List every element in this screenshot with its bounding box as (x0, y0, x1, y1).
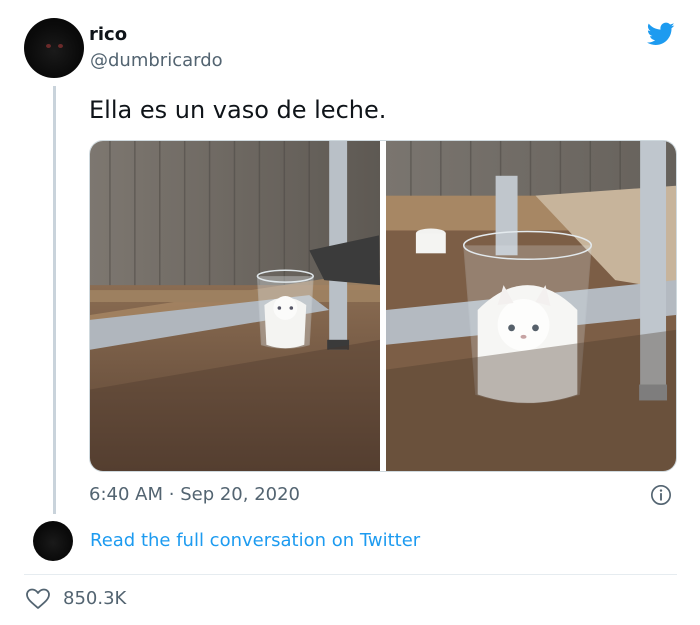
tweet-media[interactable] (89, 140, 677, 472)
heart-icon[interactable] (26, 588, 50, 610)
photo-cat-in-vase-close[interactable] (386, 141, 676, 471)
read-full-conversation-link[interactable]: Read the full conversation on Twitter (90, 530, 420, 551)
info-icon[interactable] (650, 484, 672, 506)
thread-line (53, 86, 56, 514)
tweet-time[interactable]: 6:40 AM (89, 484, 163, 505)
user-handle[interactable]: @dumbricardo (90, 50, 223, 71)
timestamp-separator: · (168, 484, 175, 505)
tweet-text: Ella es un vaso de leche. (89, 96, 387, 124)
photo-cat-in-vase-wide[interactable] (90, 141, 380, 471)
twitter-bird-icon[interactable] (644, 20, 678, 48)
user-name[interactable]: rico (89, 24, 127, 45)
avatar-small[interactable] (33, 521, 73, 561)
divider (24, 574, 677, 575)
tweet-card: rico @dumbricardo Ella es un vaso de lec… (0, 0, 700, 625)
avatar[interactable] (24, 18, 84, 78)
like-count[interactable]: 850.3K (63, 588, 126, 609)
tweet-timestamp[interactable]: 6:40 AM · Sep 20, 2020 (89, 484, 300, 505)
tweet-date[interactable]: Sep 20, 2020 (180, 484, 300, 505)
